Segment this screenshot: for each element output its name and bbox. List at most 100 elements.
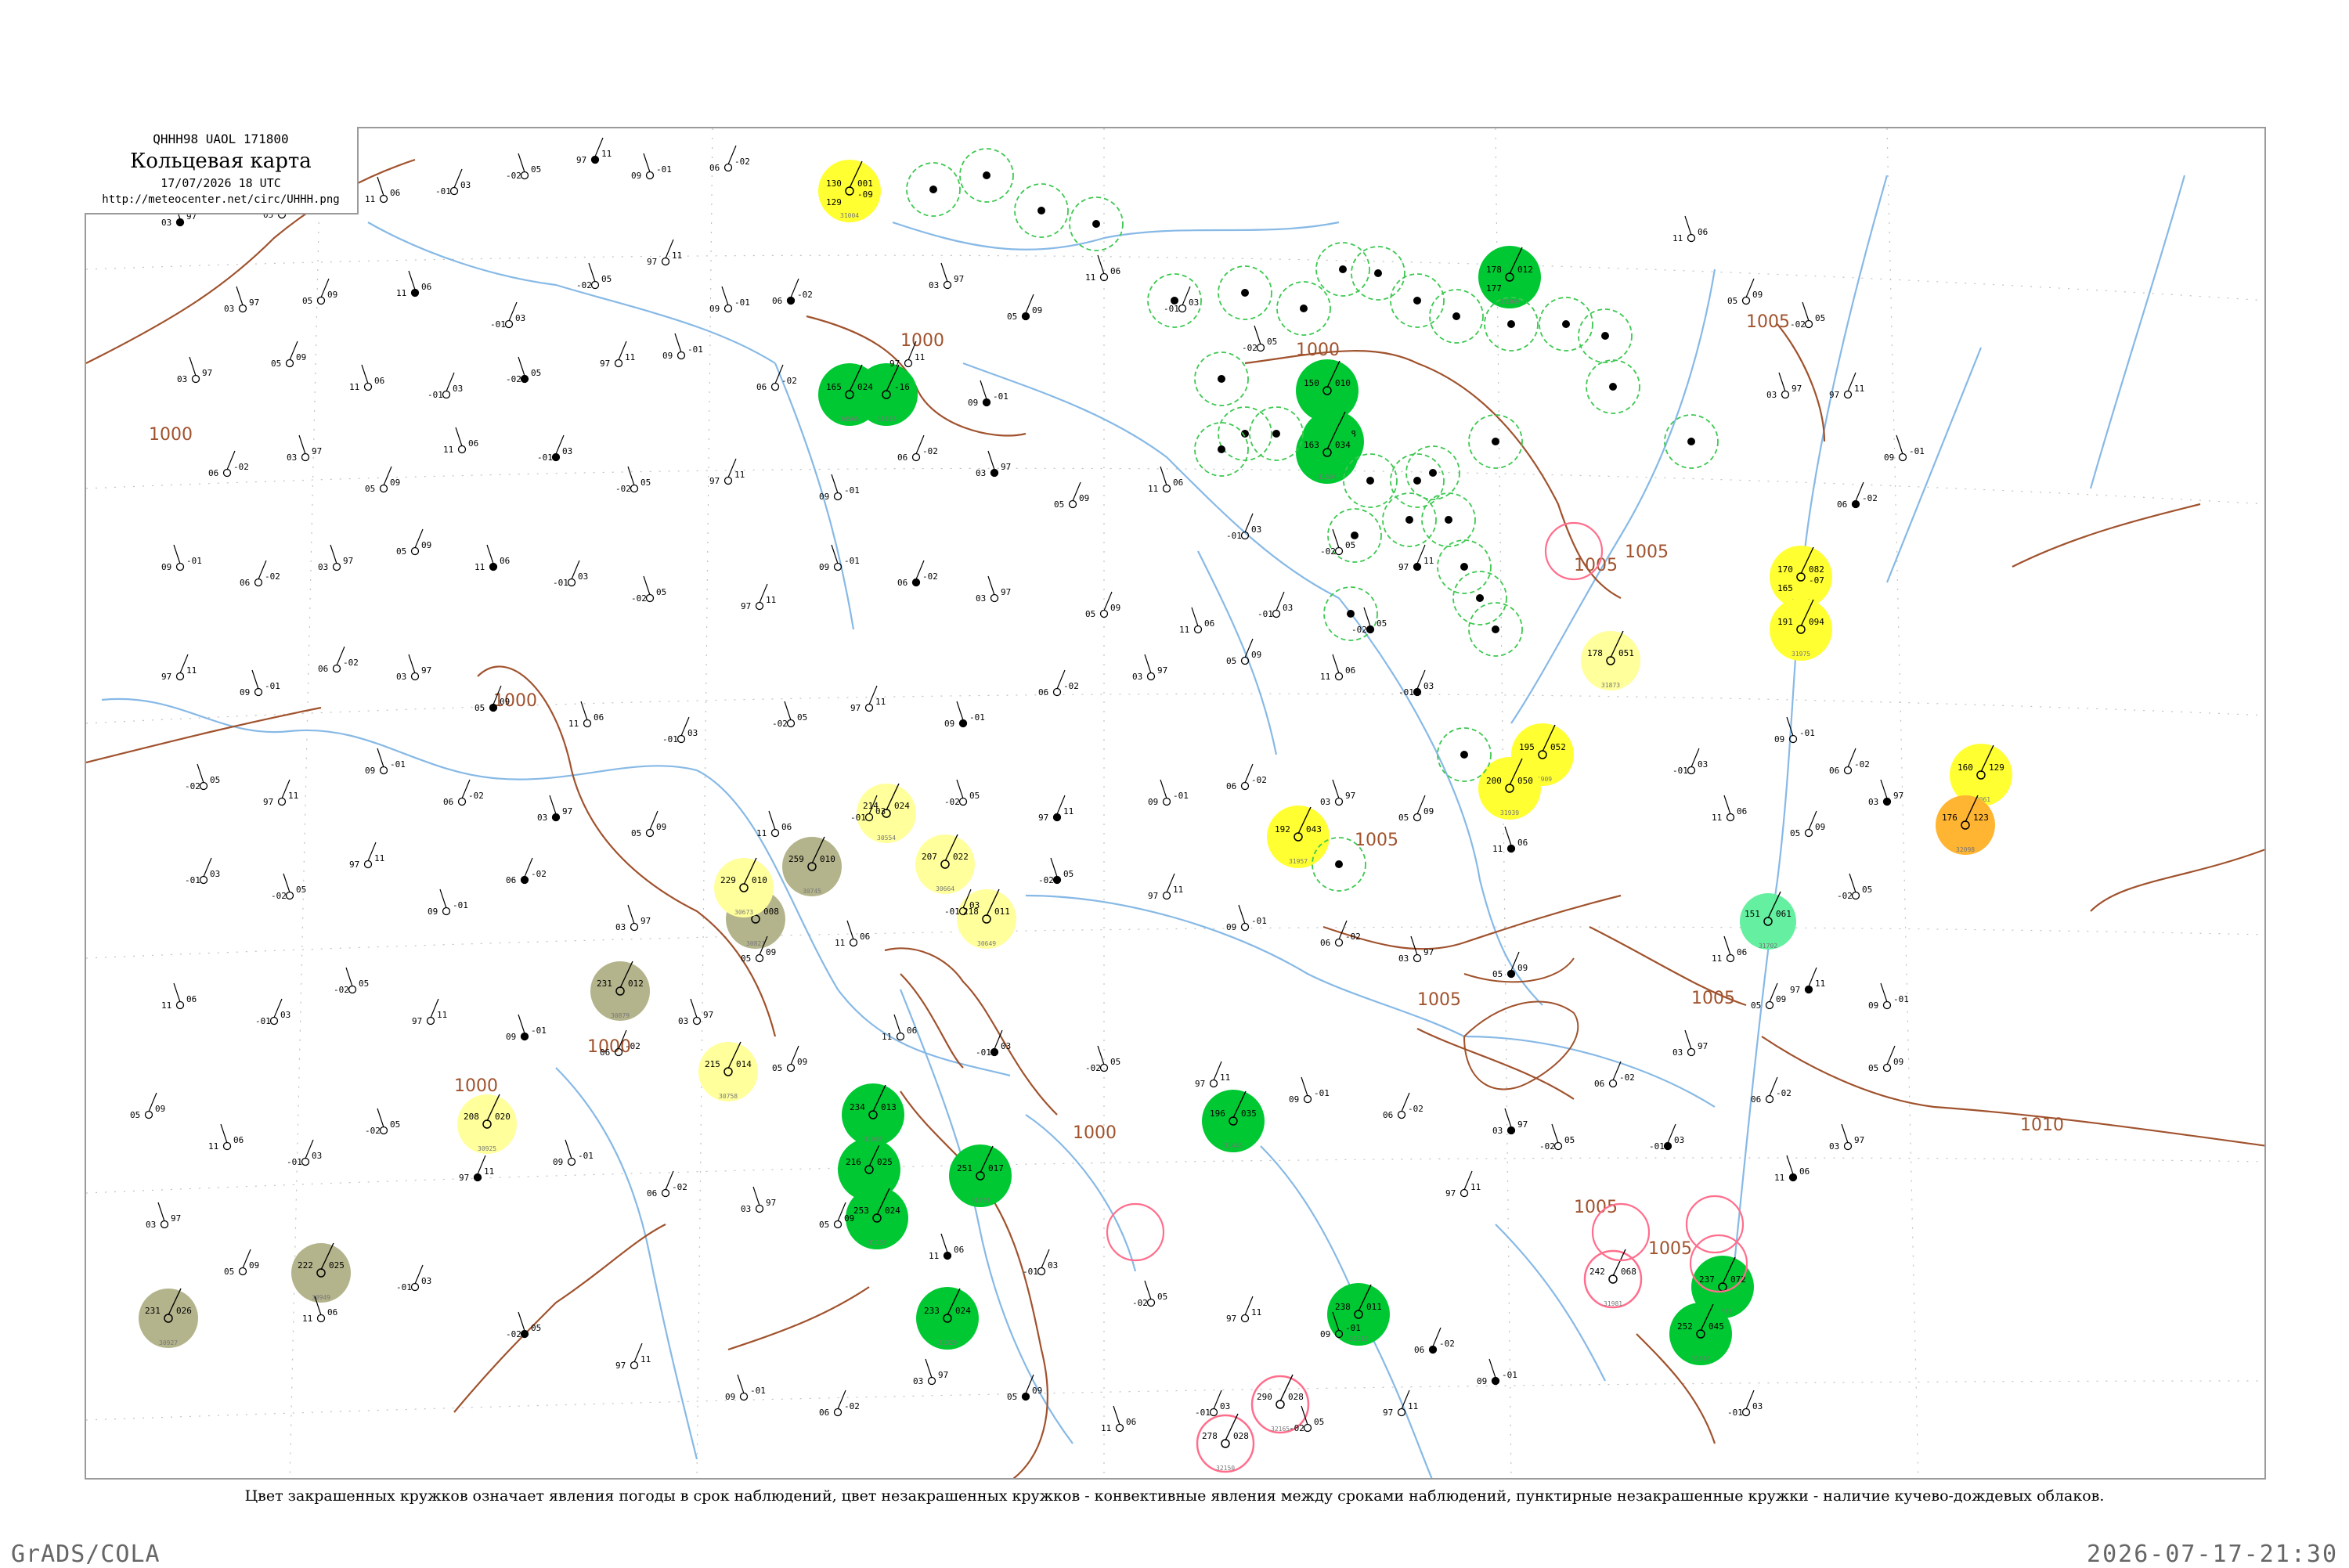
station-marker	[1781, 390, 1790, 399]
plot-value: 11	[1470, 1182, 1481, 1192]
map-frame: 1000 1000 1000 1000 1000 1000 1000 1005 1005 1005…	[85, 127, 2266, 1480]
station-marker	[661, 257, 670, 266]
plot-value: -01	[1345, 1323, 1361, 1333]
plot-value: 09	[1110, 603, 1120, 613]
station-index: 30879	[611, 1012, 630, 1019]
station-plot: 06 11	[1712, 795, 1747, 823]
plot-value: 03	[287, 452, 297, 463]
station-marker	[786, 296, 796, 305]
plot-value: 06	[1829, 766, 1839, 776]
plot-value: 11	[1220, 1072, 1230, 1083]
plot-value: 97	[343, 556, 353, 566]
wind-barb	[1332, 654, 1340, 674]
plot-value: 09	[819, 562, 829, 572]
wind-barb	[940, 1233, 948, 1253]
station-temp: 251	[957, 1163, 972, 1173]
plot-value: 06	[1038, 687, 1048, 697]
plot-value: 06	[594, 712, 604, 723]
plot-value: -02	[1790, 319, 1806, 330]
station-plot: 11 97	[1383, 1390, 1418, 1418]
station-temp: 163	[1304, 440, 1319, 450]
plot-value: 03	[1672, 1047, 1683, 1058]
isobar-label: 1005	[1355, 831, 1398, 850]
station-marker	[904, 359, 913, 368]
plot-value: 97	[766, 1198, 776, 1208]
plot-value: 06	[327, 1307, 337, 1317]
station-plot: 11 97	[600, 341, 635, 369]
station-plot: 03 -01	[1649, 1123, 1684, 1152]
plot-value: -02	[1242, 343, 1257, 353]
station-marker	[269, 1016, 279, 1026]
plot-value: 03	[396, 672, 406, 682]
plot-value: -02	[334, 985, 349, 995]
station-plot: -02 06	[1829, 748, 1870, 776]
plot-value: -01	[287, 1157, 302, 1167]
wind-barb	[1849, 873, 1856, 893]
station-plot: -02 06	[443, 779, 484, 807]
station-marker	[1300, 305, 1308, 312]
wind-barb	[1786, 1155, 1794, 1175]
station-marker	[1506, 969, 1516, 979]
plot-value: -01	[1893, 994, 1909, 1004]
wind-barb	[1144, 654, 1152, 674]
station-plot: 03 -01	[1164, 286, 1199, 314]
station-plot: 03 -01	[1257, 591, 1293, 619]
plot-value: 11	[437, 1010, 447, 1020]
station-index: 31957	[1289, 858, 1308, 865]
plot-value: -01	[1314, 1088, 1330, 1098]
station-marker	[301, 452, 310, 462]
plot-value: 03	[913, 1376, 923, 1386]
station-marker	[1021, 1392, 1030, 1401]
station-symbol: 178 012 177 31369	[1478, 246, 1541, 308]
plot-value: 05	[271, 359, 281, 369]
station-symbol: 222 025 30949	[291, 1242, 351, 1303]
station-index: 31846	[1691, 1355, 1710, 1362]
plot-value: 09	[1774, 734, 1784, 744]
plot-value: -02	[1862, 493, 1878, 503]
wind-barb	[987, 450, 995, 470]
station-pressure: 061	[1776, 909, 1792, 919]
plot-value: 03	[421, 1276, 431, 1286]
wind-barb	[674, 333, 682, 353]
station-symbol: 215 014 30758	[698, 1041, 758, 1101]
plot-value: 97	[312, 446, 322, 456]
station-marker	[379, 766, 388, 775]
station-symbol: 191 094 31975	[1770, 598, 1832, 661]
plot-value: 97	[1517, 1119, 1528, 1130]
plot-value: 09	[365, 766, 375, 776]
station-plot: 05 -02	[271, 873, 306, 901]
plot-value: 06	[1837, 499, 1847, 510]
plot-value: -01	[844, 485, 860, 496]
wind-barb	[173, 544, 181, 564]
plot-value: 06	[1226, 781, 1236, 791]
station-plot: -02 06	[897, 560, 938, 588]
station-plot: 97 03	[615, 904, 651, 932]
wind-barb	[1723, 795, 1731, 815]
plot-value: 06	[1173, 478, 1183, 488]
plot-value: 97	[1829, 390, 1839, 400]
plot-value: -01	[750, 1386, 766, 1396]
station-symbol: 163 034 31594	[1296, 421, 1359, 484]
station-plot: 03 -01	[435, 168, 471, 196]
wind-barb	[1332, 528, 1340, 549]
station-plot: 03 -01	[1672, 748, 1708, 776]
station-marker	[520, 875, 529, 885]
plot-value: 11	[1423, 556, 1434, 566]
plot-value: 06	[1517, 838, 1528, 848]
station-plot: 09 05	[396, 528, 431, 557]
station-plot: -01 09	[725, 1374, 766, 1402]
station-plot: 03 -01	[490, 301, 525, 330]
station-index: 30673	[734, 909, 753, 916]
station-pressure: -16	[894, 382, 910, 392]
station-plot: 11 97	[576, 137, 612, 165]
station-marker	[1303, 1094, 1312, 1104]
plot-value: 09	[1320, 1329, 1330, 1339]
plot-value: 11	[396, 288, 406, 298]
station-marker	[1240, 1314, 1250, 1323]
plot-value: 03	[1674, 1135, 1684, 1145]
plot-value: -01	[435, 186, 451, 196]
plot-value: -01	[428, 390, 443, 400]
station-marker	[332, 664, 341, 673]
plot-value: 11	[349, 382, 359, 392]
station-marker	[929, 186, 937, 193]
